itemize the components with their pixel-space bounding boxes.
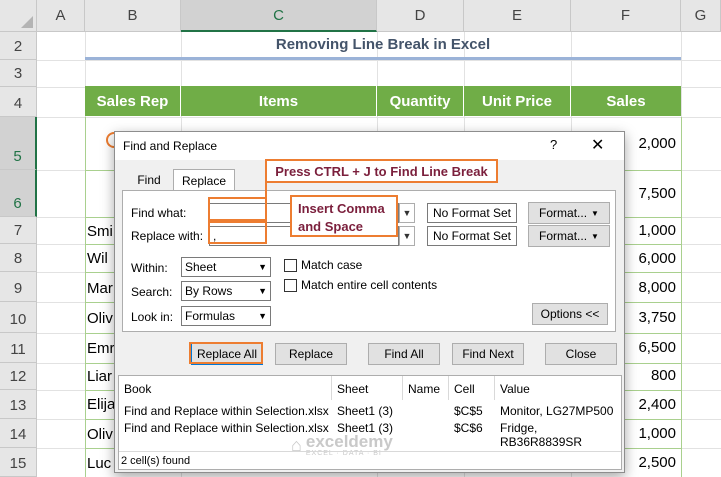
callout-connector [265,183,267,197]
lookin-label: Look in: [131,310,174,324]
cell-sales-rep[interactable]: Elija [87,392,115,416]
row-header-11[interactable]: 11 [0,333,37,363]
table-header-sales: Sales [571,86,681,116]
tab-replace[interactable]: Replace [173,169,235,191]
chevron-down-icon: ▼ [591,231,599,241]
table-header-items: Items [181,86,377,116]
row-header-14[interactable]: 14 [0,419,37,448]
search-select[interactable]: By Rows ▼ [181,281,271,301]
result-book[interactable]: Find and Replace within Selection.xlsx [124,404,329,418]
find-what-dropdown[interactable]: ▼ [399,203,415,223]
options-button[interactable]: Options << [532,303,608,325]
lookin-value: Formulas [185,309,236,323]
row-header-15[interactable]: 15 [0,448,37,477]
cell-sales-rep[interactable]: Mar [87,276,113,300]
search-label: Search: [131,285,173,299]
results-list[interactable]: Book Sheet Name Cell Value Find and Repl… [118,375,622,470]
dialog-titlebar[interactable]: Find and Replace ? ✕ [115,132,624,160]
callout-insert-comma-line1: Insert Comma [298,201,385,216]
row-header-9[interactable]: 9 [0,272,37,302]
table-header-unit-price: Unit Price [464,86,571,116]
table-header-sales-rep: Sales Rep [85,86,181,116]
chevron-down-icon: ▼ [258,286,267,296]
column-header-g[interactable]: G [681,0,721,32]
cell-sales-rep[interactable]: Liar [87,364,112,388]
select-all-corner[interactable] [0,0,37,32]
row-header-2[interactable]: 2 [0,32,37,60]
lookin-select[interactable]: Formulas ▼ [181,306,271,326]
column-header-d[interactable]: D [377,0,464,32]
status-bar: 2 cell(s) found [119,451,621,469]
callout-insert-comma: Insert Comma and Space [290,195,398,237]
column-header-e[interactable]: E [464,0,571,32]
results-col-cell[interactable]: Cell [454,382,475,396]
within-value: Sheet [185,260,217,274]
cell-sales-rep[interactable]: Wil [87,246,108,270]
help-icon[interactable]: ? [550,137,557,152]
replace-format-preview: No Format Set [427,226,517,246]
cell-sales-rep[interactable]: Oliv [87,306,113,330]
find-format-preview: No Format Set [427,203,517,223]
result-cell[interactable]: $C$5 [454,404,483,418]
result-value[interactable]: Monitor, LG27MP500 [500,404,613,418]
row-header-4[interactable]: 4 [0,87,37,117]
cell-sales-rep[interactable]: Oliv [87,422,113,446]
callout-press-ctrl-j: Press CTRL + J to Find Line Break [265,159,498,183]
table-header-quantity: Quantity [377,86,464,116]
replace-with-highlight [208,221,267,244]
find-format-label: Format... [539,206,588,220]
watermark-name: exceldemy [305,432,393,451]
column-header-b[interactable]: B [85,0,181,32]
sheet-title: Removing Line Break in Excel [85,32,681,60]
results-col-sheet[interactable]: Sheet [337,382,368,396]
find-what-label: Find what: [131,206,187,220]
result-sheet[interactable]: Sheet1 (3) [337,404,393,418]
cell-sales-rep[interactable]: Smi [87,219,113,243]
row-header-3[interactable]: 3 [0,60,37,87]
cell-sales-rep[interactable]: Luc [87,451,111,475]
search-value: By Rows [185,284,233,298]
dialog-title: Find and Replace [123,139,218,153]
result-cell[interactable]: $C$6 [454,421,483,435]
row-header-12[interactable]: 12 [0,363,37,390]
tab-find[interactable]: Find [129,170,169,190]
close-icon[interactable]: ✕ [591,135,604,155]
column-header-a[interactable]: A [37,0,85,32]
replace-with-label: Replace with: [131,229,204,243]
match-case-checkbox[interactable] [284,259,297,272]
row-header-6[interactable]: 6 [0,170,37,217]
match-case-label: Match case [301,258,363,272]
match-entire-checkbox[interactable] [284,279,297,292]
replace-format-button[interactable]: Format... ▼ [528,225,610,247]
row-header-8[interactable]: 8 [0,244,37,272]
results-col-value[interactable]: Value [500,382,530,396]
match-entire-label: Match entire cell contents [301,278,438,292]
chevron-down-icon: ▼ [258,262,267,272]
cell-sales-rep[interactable]: Emr [87,336,115,360]
column-header-c[interactable]: C [181,0,377,32]
find-format-button[interactable]: Format... ▼ [528,202,610,224]
result-value[interactable]: Fridge, RB36R8839SR [500,421,621,449]
results-col-book[interactable]: Book [124,382,151,396]
find-what-highlight [208,197,267,221]
within-select[interactable]: Sheet ▼ [181,257,271,277]
callout-insert-comma-line2: and Space [298,219,364,234]
within-label: Within: [131,261,168,275]
chevron-down-icon: ▼ [591,208,599,218]
column-header-f[interactable]: F [571,0,681,32]
replace-all-highlight [189,342,263,364]
replace-with-dropdown[interactable]: ▼ [399,226,415,246]
row-header-5[interactable]: 5 [0,117,37,170]
replace-button[interactable]: Replace [275,343,347,365]
replace-format-label: Format... [539,229,588,243]
row-header-7[interactable]: 7 [0,217,37,244]
chevron-down-icon: ▼ [258,311,267,321]
row-header-10[interactable]: 10 [0,302,37,333]
close-button[interactable]: Close [545,343,617,365]
row-header-13[interactable]: 13 [0,390,37,419]
find-next-button[interactable]: Find Next [452,343,524,365]
find-all-button[interactable]: Find All [368,343,440,365]
results-col-name[interactable]: Name [408,382,440,396]
